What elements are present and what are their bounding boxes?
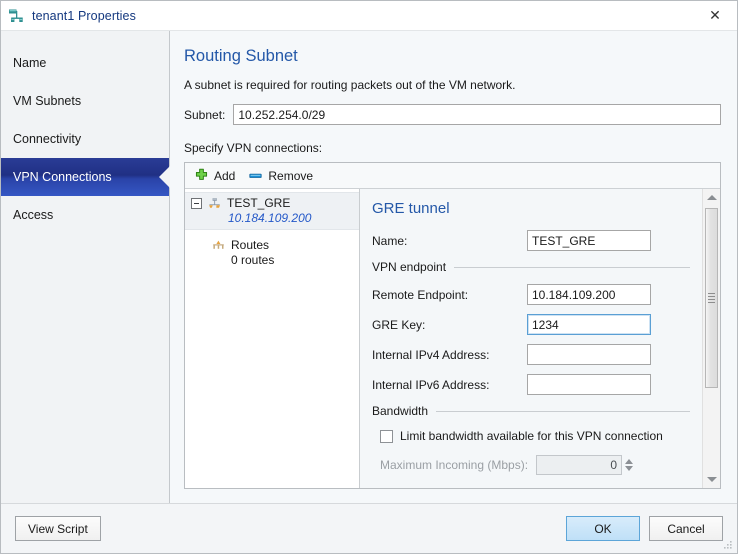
sidebar-item-label: Access xyxy=(13,208,54,222)
internal-ipv4-row: Internal IPv4 Address: xyxy=(372,344,690,365)
network-subnet-icon xyxy=(9,9,23,22)
sidebar-item-vpn-connections[interactable]: VPN Connections xyxy=(1,158,169,196)
gre-key-input[interactable] xyxy=(527,314,651,335)
detail-title: GRE tunnel xyxy=(372,200,450,217)
sidebar-item-label: VPN Connections xyxy=(13,170,112,184)
add-button[interactable]: Add xyxy=(192,165,242,186)
chevron-down-icon xyxy=(706,477,717,482)
sidebar-item-connectivity[interactable]: Connectivity xyxy=(1,120,169,158)
grip-lines-icon xyxy=(708,291,715,305)
vpn-connections-panel: Add Remove TEST_GRE 10.184.109.200 Route… xyxy=(184,162,721,489)
detail-scrollbar[interactable] xyxy=(702,189,720,488)
vpn-endpoint-group-label: VPN endpoint xyxy=(372,260,447,274)
remote-endpoint-input[interactable] xyxy=(527,284,651,305)
tree-node-line: TEST_GRE xyxy=(191,196,357,210)
routes-icon xyxy=(213,240,224,249)
sidebar: Name VM Subnets Connectivity VPN Connect… xyxy=(1,31,170,503)
limit-bandwidth-row[interactable]: Limit bandwidth available for this VPN c… xyxy=(380,429,690,443)
scrollbar-track[interactable] xyxy=(703,206,720,471)
tree-child-sublabel: 0 routes xyxy=(231,253,275,267)
vpn-endpoint-group-header: VPN endpoint xyxy=(372,260,690,274)
stepper-down-icon[interactable] xyxy=(625,466,634,471)
window-title: tenant1 Properties xyxy=(32,8,136,23)
name-input[interactable] xyxy=(527,230,651,251)
scroll-down-button[interactable] xyxy=(703,471,720,488)
tree-node-label: TEST_GRE xyxy=(227,196,291,210)
resize-grip-icon xyxy=(724,541,732,549)
ok-button[interactable]: OK xyxy=(566,516,640,541)
vpn-tree: TEST_GRE 10.184.109.200 Routes 0 routes xyxy=(185,189,360,488)
name-row: Name: xyxy=(372,230,690,251)
page-description: A subnet is required for routing packets… xyxy=(184,78,516,92)
remove-button[interactable]: Remove xyxy=(246,165,320,186)
properties-dialog: tenant1 Properties ✕ Name VM Subnets Con… xyxy=(0,0,738,554)
bandwidth-group-label: Bandwidth xyxy=(372,404,429,418)
limit-bandwidth-label: Limit bandwidth available for this VPN c… xyxy=(400,429,663,443)
minus-icon xyxy=(249,173,262,178)
max-incoming-row: Maximum Incoming (Mbps): xyxy=(380,455,690,475)
cancel-button[interactable]: Cancel xyxy=(649,516,723,541)
internal-ipv4-input[interactable] xyxy=(527,344,651,365)
subnet-input[interactable] xyxy=(233,104,721,125)
limit-bandwidth-checkbox[interactable] xyxy=(380,429,393,443)
dialog-body: Name VM Subnets Connectivity VPN Connect… xyxy=(1,30,737,503)
specify-vpn-label: Specify VPN connections: xyxy=(184,141,323,155)
sidebar-item-name[interactable]: Name xyxy=(1,44,169,82)
internal-ipv4-label: Internal IPv4 Address: xyxy=(372,347,490,362)
tree-child-line: Routes xyxy=(211,238,359,252)
max-incoming-input[interactable] xyxy=(536,455,623,475)
internal-ipv6-input[interactable] xyxy=(527,374,651,395)
plus-icon xyxy=(195,168,208,180)
gre-key-row: GRE Key: xyxy=(372,314,690,335)
title-bar: tenant1 Properties ✕ xyxy=(1,1,737,30)
remove-label: Remove xyxy=(268,168,314,183)
internal-ipv6-row: Internal IPv6 Address: xyxy=(372,374,690,395)
vpn-tunnel-icon xyxy=(209,197,220,208)
gre-tunnel-form: GRE tunnel Name: VPN endpoint Remote End xyxy=(360,189,702,488)
subnet-row: Subnet: xyxy=(184,104,721,125)
dialog-footer: View Script OK Cancel xyxy=(1,503,737,553)
page-title: Routing Subnet xyxy=(184,47,298,65)
tree-node-sublabel: 10.184.109.200 xyxy=(228,211,312,225)
sidebar-item-label: Connectivity xyxy=(13,132,82,146)
detail-wrap: GRE tunnel Name: VPN endpoint Remote End xyxy=(360,189,720,488)
max-incoming-stepper[interactable] xyxy=(625,458,634,472)
sidebar-item-label: VM Subnets xyxy=(13,94,82,108)
scroll-up-button[interactable] xyxy=(703,189,720,206)
tree-node-routes[interactable]: Routes 0 routes xyxy=(211,238,359,267)
bandwidth-group-header: Bandwidth xyxy=(372,404,690,418)
vpn-toolbar: Add Remove xyxy=(185,163,720,189)
sidebar-item-label: Name xyxy=(13,56,47,70)
remote-endpoint-row: Remote Endpoint: xyxy=(372,284,690,305)
stepper-up-icon[interactable] xyxy=(625,459,634,464)
group-divider xyxy=(436,410,690,412)
subnet-label: Subnet: xyxy=(184,107,226,122)
panel-split: TEST_GRE 10.184.109.200 Routes 0 routes … xyxy=(185,189,720,488)
add-label: Add xyxy=(214,168,236,183)
close-icon[interactable]: ✕ xyxy=(693,1,737,29)
content-pane: Routing Subnet A subnet is required for … xyxy=(170,31,737,503)
tree-node-test-gre[interactable]: TEST_GRE 10.184.109.200 xyxy=(185,192,359,230)
sidebar-item-access[interactable]: Access xyxy=(1,196,169,234)
scrollbar-thumb[interactable] xyxy=(705,208,718,389)
sidebar-item-vm-subnets[interactable]: VM Subnets xyxy=(1,82,169,120)
name-label: Name: xyxy=(372,233,408,248)
view-script-button[interactable]: View Script xyxy=(15,516,101,541)
collapse-icon[interactable] xyxy=(191,197,202,209)
tree-child-label: Routes xyxy=(231,238,270,252)
max-incoming-label: Maximum Incoming (Mbps): xyxy=(380,458,529,472)
internal-ipv6-label: Internal IPv6 Address: xyxy=(372,377,490,392)
gre-key-label: GRE Key: xyxy=(372,317,426,332)
group-divider xyxy=(454,266,690,268)
remote-endpoint-label: Remote Endpoint: xyxy=(372,287,469,302)
chevron-up-icon xyxy=(706,195,717,200)
